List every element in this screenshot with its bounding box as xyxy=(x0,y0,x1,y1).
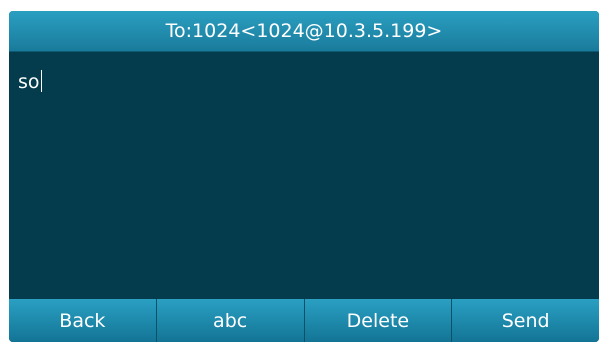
send-softkey[interactable]: Send xyxy=(452,299,599,342)
delete-softkey[interactable]: Delete xyxy=(304,299,453,342)
recipient-title: To:1024<1024@10.3.5.199> xyxy=(165,20,443,42)
text-cursor xyxy=(40,70,42,92)
message-text-field[interactable]: so xyxy=(18,70,42,94)
input-mode-softkey[interactable]: abc xyxy=(156,299,305,342)
message-text: so xyxy=(18,71,40,93)
message-input-area[interactable]: so xyxy=(9,52,599,299)
back-softkey[interactable]: Back xyxy=(9,299,157,342)
softkey-bar: Back abc Delete Send xyxy=(9,299,599,342)
recipient-header: To:1024<1024@10.3.5.199> xyxy=(9,11,599,52)
phone-screen: To:1024<1024@10.3.5.199> so Back abc Del… xyxy=(9,11,599,342)
